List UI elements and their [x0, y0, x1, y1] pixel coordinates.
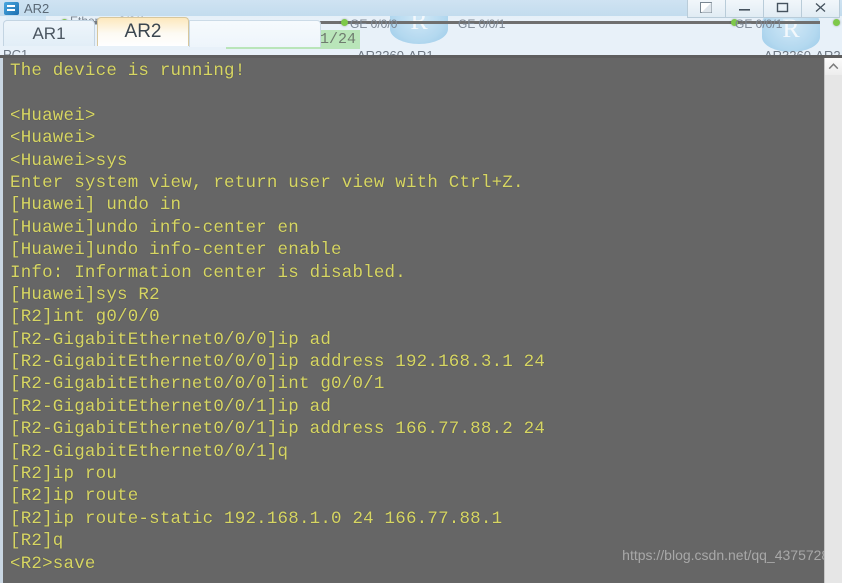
device-tab-strip: AR1 AR2 [0, 16, 842, 47]
scroll-up-button[interactable] [825, 58, 842, 75]
tab-ar2[interactable]: AR2 [97, 17, 189, 46]
terminal-line: [R2-GigabitEthernet0/0/1]ip address 166.… [10, 419, 546, 440]
terminal-line: [R2-GigabitEthernet0/0/1]q [10, 441, 289, 462]
maximize-window-button[interactable] [763, 0, 802, 18]
scrollbar-track[interactable] [825, 75, 842, 583]
terminal-line: [Huawei]sys R2 [10, 284, 160, 305]
terminal-line: [R2]ip route-static 192.168.1.0 24 166.7… [10, 508, 503, 529]
terminal-line: [Huawei]undo info-center enable [10, 240, 342, 261]
console-window: AR2 AR1 AR2 The device is running! <Huaw… [0, 0, 842, 583]
terminal-output: The device is running! <Huawei> <Huawei> <… [10, 60, 816, 575]
terminal-line: [R2]ip route [10, 486, 139, 507]
terminal-line: [Huawei] undo in [10, 195, 182, 216]
terminal-line: [R2]ip rou [10, 464, 118, 485]
terminal-line: <Huawei> [10, 105, 96, 126]
terminal-line: [Huawei]undo info-center en [10, 217, 299, 238]
terminal-console[interactable]: The device is running! <Huawei> <Huawei> <… [0, 58, 842, 583]
chevron-up-icon [828, 63, 839, 70]
terminal-line: [R2]int g0/0/0 [10, 307, 160, 328]
tab-ar2-label: AR2 [124, 21, 162, 42]
terminal-line: [R2-GigabitEthernet0/0/0]int g0/0/1 [10, 374, 385, 395]
terminal-line: Enter system view, return user view with… [10, 172, 524, 193]
restore-window-button[interactable] [687, 0, 726, 18]
terminal-line: <Huawei> [10, 128, 96, 149]
watermark-text: https://blog.csdn.net/qq_43757282 [622, 547, 837, 563]
window-title: AR2 [24, 0, 50, 16]
terminal-line: <Huawei>sys [10, 150, 128, 171]
minimize-window-button[interactable] [725, 0, 764, 18]
terminal-line: The device is running! [10, 61, 246, 81]
terminal-line: Info: Information center is disabled. [10, 262, 406, 283]
router-app-icon [4, 1, 19, 15]
close-window-button[interactable] [801, 0, 840, 18]
terminal-scrollbar[interactable] [824, 58, 842, 583]
tab-ar1-label: AR1 [32, 23, 66, 43]
tab-ar1[interactable]: AR1 [3, 20, 95, 46]
terminal-line: [R2-GigabitEthernet0/0/1]ip ad [10, 396, 332, 417]
tab-strip-filler [189, 20, 321, 47]
terminal-line: [R2-GigabitEthernet0/0/0]ip address 192.… [10, 352, 546, 373]
terminal-line: [R2-GigabitEthernet0/0/0]ip ad [10, 329, 332, 350]
